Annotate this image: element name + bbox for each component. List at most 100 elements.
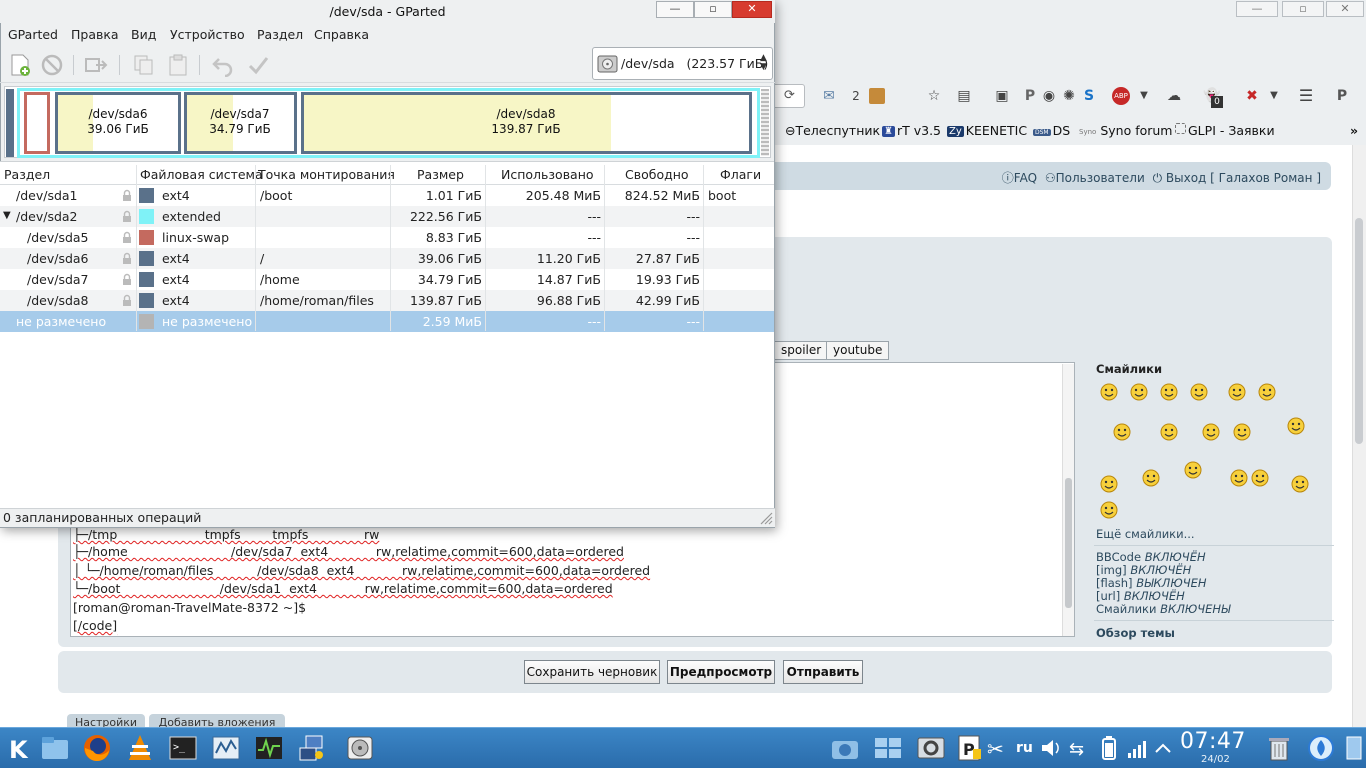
smiley-icon[interactable] — [1201, 422, 1221, 442]
note-icon[interactable]: ▣ — [993, 87, 1011, 105]
col-mountpoint[interactable]: Точка монтирования — [258, 167, 395, 182]
smiley-icon[interactable] — [1099, 500, 1119, 520]
adblock-icon[interactable]: ABP — [1112, 87, 1130, 105]
resize-move-icon[interactable] — [84, 53, 108, 77]
smiley-icon[interactable] — [1189, 382, 1209, 402]
menu-device[interactable]: Устройство — [170, 27, 245, 42]
preview-button[interactable]: Предпросмотр — [667, 660, 775, 684]
tab-attachments[interactable]: Добавить вложения — [149, 714, 285, 728]
smiley-icon[interactable] — [1099, 474, 1119, 494]
desktop-pager-icon[interactable] — [873, 733, 903, 763]
faq-link[interactable]: ⓘFAQ — [1002, 171, 1037, 185]
firefox-icon[interactable] — [82, 733, 112, 763]
clock-time[interactable]: 07:47 — [1180, 729, 1246, 754]
new-partition-icon[interactable] — [8, 53, 32, 77]
bookmark-glpi[interactable]: GLPI - Заявки — [1175, 123, 1275, 138]
col-used[interactable]: Использовано — [501, 167, 594, 182]
menu-gparted[interactable]: GParted — [8, 27, 58, 42]
block-icon[interactable]: ✖ — [1243, 87, 1261, 105]
col-filesystem[interactable]: Файловая система — [140, 167, 263, 182]
kde-connect-icon[interactable] — [1306, 733, 1336, 763]
chevron-down-icon[interactable]: ▼ — [1135, 87, 1153, 105]
smiley-icon[interactable] — [1250, 468, 1270, 488]
avatar-icon[interactable] — [869, 88, 885, 104]
submit-button[interactable]: Отправить — [783, 660, 863, 684]
browser-close-button[interactable]: ✕ — [1326, 1, 1364, 17]
network-tool-icon[interactable] — [297, 733, 327, 763]
pocket-icon[interactable]: P — [1021, 87, 1039, 105]
map-unallocated[interactable] — [761, 89, 769, 156]
ksysguard-icon[interactable] — [254, 733, 284, 763]
clipboard-p-icon[interactable]: P — [955, 733, 985, 763]
chat-icon[interactable]: ☁ — [1165, 87, 1183, 105]
smiley-icon[interactable] — [1141, 468, 1161, 488]
maximize-button[interactable]: ▫ — [694, 1, 732, 18]
bookmark-telesputnik[interactable]: ⊖Телеспутник — [785, 123, 880, 138]
menu-view[interactable]: Вид — [131, 27, 156, 42]
table-row[interactable]: /dev/sda7 ext4 /home 34.79 ГиБ 14.87 ГиБ… — [0, 269, 774, 290]
smiley-icon[interactable] — [1159, 422, 1179, 442]
paste-icon[interactable] — [166, 53, 190, 77]
save-draft-button[interactable]: Сохранить черновик — [524, 660, 660, 684]
browser-minimize-button[interactable]: — — [1236, 1, 1278, 17]
terminal-icon[interactable]: >_ — [168, 733, 198, 763]
file-manager-icon[interactable] — [40, 733, 70, 763]
table-row-selected[interactable]: не размечено не размечено 2.59 МиБ --- -… — [0, 311, 774, 332]
smiley-icon[interactable] — [1229, 468, 1249, 488]
kde-menu-icon[interactable]: K — [4, 733, 34, 763]
smiley-icon[interactable] — [1227, 382, 1247, 402]
skype-icon[interactable]: S — [1080, 87, 1098, 105]
expander-icon[interactable]: ▼ — [3, 210, 11, 221]
browser-maximize-button[interactable]: ▫ — [1282, 1, 1324, 17]
table-row[interactable]: /dev/sda8 ext4 /home/roman/files 139.87 … — [0, 290, 774, 311]
keyboard-layout[interactable]: ru — [1016, 740, 1033, 756]
gear-icon[interactable]: ✺ — [1060, 87, 1078, 105]
menu-edit[interactable]: Правка — [71, 27, 119, 42]
col-size[interactable]: Размер — [417, 167, 464, 182]
editor-scrollbar-thumb[interactable] — [1065, 478, 1072, 608]
tab-settings[interactable]: Настройки — [67, 714, 145, 728]
close-button[interactable]: ✕ — [732, 1, 772, 18]
trash-icon[interactable] — [1264, 733, 1294, 763]
table-row[interactable]: /dev/sda1 ext4 /boot 1.01 ГиБ 205.48 МиБ… — [0, 185, 774, 206]
volume-icon[interactable] — [1036, 733, 1066, 763]
col-partition[interactable]: Раздел — [4, 167, 50, 182]
smiley-icon[interactable] — [1290, 474, 1310, 494]
smiley-icon[interactable] — [1286, 416, 1306, 436]
undo-icon[interactable] — [211, 53, 235, 77]
show-desktop-icon[interactable] — [1343, 733, 1365, 763]
map-partition-swap[interactable] — [24, 92, 50, 154]
smiley-icon[interactable] — [1159, 382, 1179, 402]
bbcode-youtube-button[interactable]: youtube — [826, 341, 890, 360]
chevron-up-icon[interactable] — [1148, 733, 1178, 763]
gparted-icon[interactable] — [345, 733, 375, 763]
smiley-icon[interactable] — [1112, 422, 1132, 442]
bbcode-spoiler-button[interactable]: spoiler — [775, 341, 829, 360]
minimize-button[interactable]: — — [656, 1, 694, 18]
col-flags[interactable]: Флаги — [720, 167, 761, 182]
page-scrollbar-thumb[interactable] — [1355, 218, 1363, 444]
scissors-icon[interactable]: ✂ — [983, 733, 1013, 763]
reload-button[interactable]: ⟳ — [775, 84, 805, 108]
bookmark-keenetic[interactable]: Zy KEENETIC — [947, 123, 1027, 138]
smiley-icon[interactable] — [1257, 382, 1277, 402]
mail-icon[interactable]: ✉ — [820, 87, 838, 105]
logout-link[interactable]: ⏻ Выход [ Галахов Роман ] — [1153, 171, 1321, 185]
bookmark-rt[interactable]: ♜ rT v3.5 — [882, 123, 941, 138]
table-row[interactable]: ▼ /dev/sda2 extended 222.56 ГиБ --- --- — [0, 206, 774, 227]
table-row[interactable]: /dev/sda6 ext4 / 39.06 ГиБ 11.20 ГиБ 27.… — [0, 248, 774, 269]
pocket-icon[interactable]: P — [1333, 87, 1351, 105]
reader-icon[interactable]: ▤ — [955, 87, 973, 105]
star-icon[interactable]: ☆ — [925, 87, 943, 105]
chevron-right-icon[interactable]: » — [1350, 123, 1358, 138]
more-smilies-link[interactable]: Ещё смайлики... — [1096, 527, 1195, 541]
usb-icon[interactable]: ⇆ — [1066, 733, 1096, 763]
vlc-icon[interactable] — [125, 733, 155, 763]
map-partition-sda1[interactable] — [6, 89, 14, 157]
menu-partition[interactable]: Раздел — [257, 27, 303, 42]
apply-icon[interactable] — [246, 53, 270, 77]
system-monitor-icon[interactable] — [211, 733, 241, 763]
resize-grip-icon[interactable] — [757, 509, 773, 525]
smiley-icon[interactable] — [1232, 422, 1252, 442]
bookmark-ds[interactable]: DSM DS — [1033, 123, 1070, 138]
